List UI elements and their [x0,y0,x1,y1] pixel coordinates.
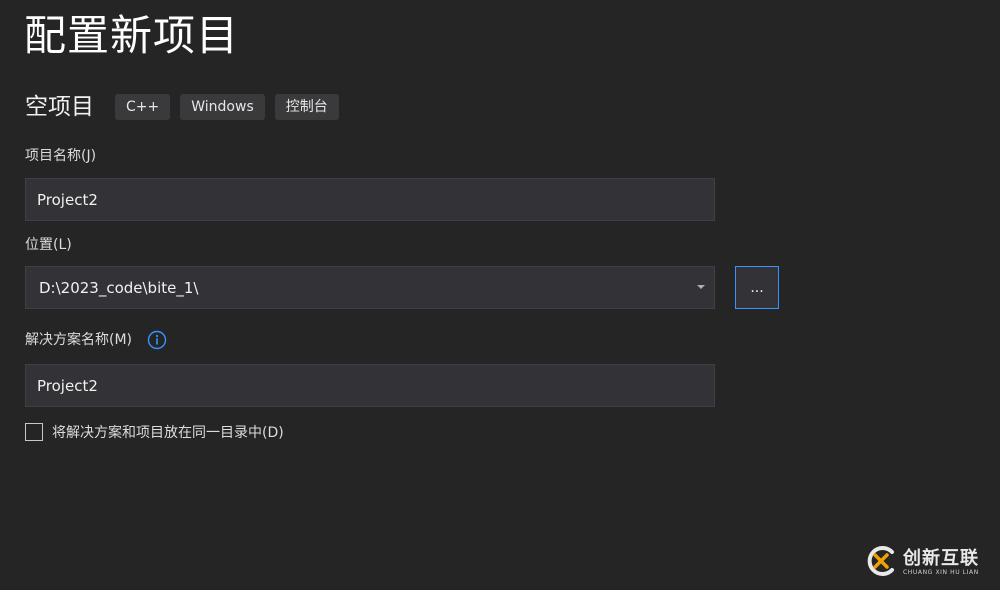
project-name-label: 项目名称(J) [25,148,97,164]
info-icon[interactable] [147,330,167,350]
template-summary: 空项目 C++ Windows 控制台 [25,93,349,121]
chevron-down-icon[interactable] [691,285,711,290]
location-combobox[interactable]: D:\2023_code\bite_1\ [25,266,715,309]
watermark-subtext: CHUANG XIN HU LIAN [903,569,979,576]
tag-project-type: 控制台 [274,94,339,120]
tag-platform: Windows [180,94,265,120]
watermark-text: 创新互联 [903,548,979,569]
location-label: 位置(L) [25,237,72,253]
same-directory-checkbox[interactable] [25,423,43,441]
watermark-logo-icon [864,544,898,582]
same-directory-label[interactable]: 将解决方案和项目放在同一目录中(D) [52,422,284,442]
solution-name-input[interactable] [25,364,715,407]
browse-location-button[interactable]: ... [735,266,779,309]
project-template-name: 空项目 [25,94,94,120]
solution-name-label: 解决方案名称(M) [25,332,133,348]
page-title: 配置新项目 [24,11,240,60]
project-name-input[interactable] [25,178,715,221]
location-value[interactable]: D:\2023_code\bite_1\ [26,279,691,297]
same-directory-option[interactable]: 将解决方案和项目放在同一目录中(D) [25,421,284,443]
watermark: 创新互联 CHUANG XIN HU LIAN [864,544,979,582]
tag-language: C++ [115,94,171,120]
